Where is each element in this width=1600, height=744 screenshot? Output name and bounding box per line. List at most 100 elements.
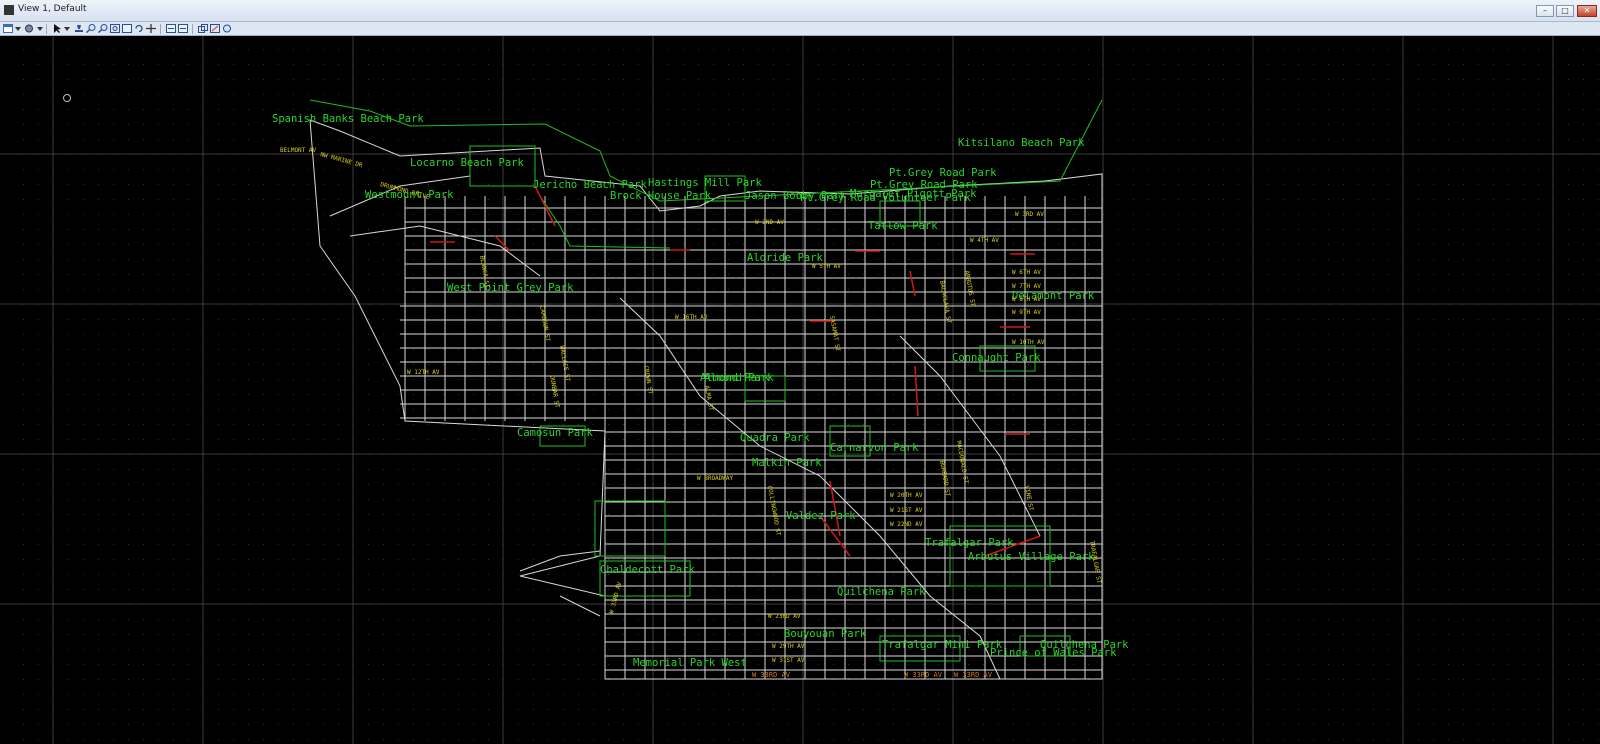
grid-dot	[248, 229, 249, 230]
grid-dot	[1058, 154, 1059, 155]
display-style-icon[interactable]	[24, 24, 34, 33]
grid-dot	[488, 154, 489, 155]
select-icon[interactable]	[52, 24, 62, 33]
grid-dot	[428, 214, 429, 215]
camera-icon[interactable]	[222, 24, 232, 33]
grid-dot	[1208, 514, 1209, 515]
grid-dot	[593, 169, 594, 170]
fit-view-icon[interactable]	[122, 24, 132, 33]
grid-dot	[383, 334, 384, 335]
grid-dot	[803, 109, 804, 110]
dropdown-arrow-icon[interactable]	[62, 24, 70, 33]
grid-dot	[53, 214, 54, 215]
grid-dot	[1373, 694, 1374, 695]
grid-dot	[38, 694, 39, 695]
grid-dot	[1553, 214, 1554, 215]
grid-dot	[1208, 544, 1209, 545]
view-previous-icon[interactable]	[166, 24, 176, 33]
drawing-canvas[interactable]: Spanish Banks Beach Park Locarno Beach Pa…	[0, 36, 1600, 744]
grid-dot	[1088, 139, 1089, 140]
close-button[interactable]: ✕	[1577, 5, 1597, 17]
grid-dot	[683, 484, 684, 485]
grid-dot	[743, 274, 744, 275]
grid-dot	[98, 499, 99, 500]
grid-dot	[293, 169, 294, 170]
grid-dot	[353, 139, 354, 140]
grid-dot	[368, 49, 369, 50]
grid-dot	[1268, 184, 1269, 185]
grid-dot	[53, 664, 54, 665]
grid-dot	[863, 304, 864, 305]
grid-dot	[278, 349, 279, 350]
grid-dot	[458, 544, 459, 545]
grid-dot	[473, 649, 474, 650]
grid-dot	[953, 619, 954, 620]
grid-dot	[1418, 184, 1419, 185]
minimize-button[interactable]: –	[1536, 5, 1554, 17]
grid-dot	[233, 724, 234, 725]
grid-dot	[113, 94, 114, 95]
rotate-view-icon[interactable]	[134, 24, 144, 33]
pan-view-icon[interactable]	[146, 24, 156, 33]
grid-dot	[353, 529, 354, 530]
grid-dot	[893, 739, 894, 740]
grid-dot	[578, 694, 579, 695]
grid-dot	[398, 439, 399, 440]
clip-mask-icon[interactable]	[210, 24, 220, 33]
grid-dot	[713, 214, 714, 215]
grid-dot	[308, 319, 309, 320]
grid-dot	[728, 154, 729, 155]
grid-dot	[1568, 379, 1569, 380]
grid-dot	[1013, 124, 1014, 125]
window-area-icon[interactable]	[110, 24, 120, 33]
grid-dot	[1283, 574, 1284, 575]
maximize-button[interactable]: □	[1556, 5, 1574, 17]
grid-dot	[1388, 139, 1389, 140]
grid-dot	[398, 259, 399, 260]
view-attributes-icon[interactable]	[3, 24, 13, 33]
zoom-out-icon[interactable]	[98, 24, 108, 33]
grid-dot	[1478, 424, 1479, 425]
grid-dot	[308, 349, 309, 350]
grid-dot	[728, 619, 729, 620]
grid-dot	[518, 244, 519, 245]
dropdown-arrow-icon[interactable]	[13, 24, 21, 33]
grid-dot	[788, 169, 789, 170]
zoom-in-icon[interactable]	[86, 24, 96, 33]
grid-dot	[1013, 379, 1014, 380]
grid-dot	[788, 724, 789, 725]
grid-dot	[1193, 559, 1194, 560]
grid-dot	[998, 709, 999, 710]
grid-dot	[1358, 424, 1359, 425]
grid-dot	[68, 244, 69, 245]
grid-dot	[1538, 229, 1539, 230]
grid-dot	[1223, 694, 1224, 695]
grid-dot	[413, 559, 414, 560]
dropdown-arrow-icon[interactable]	[35, 24, 43, 33]
grid-dot	[1538, 559, 1539, 560]
grid-dot	[1313, 664, 1314, 665]
eyedropper-icon[interactable]	[74, 24, 84, 33]
clip-volume-icon[interactable]	[198, 24, 208, 33]
grid-dot	[23, 154, 24, 155]
grid-dot	[818, 484, 819, 485]
grid-dot	[203, 199, 204, 200]
grid-dot	[233, 319, 234, 320]
grid-dot	[1208, 349, 1209, 350]
grid-dot	[353, 424, 354, 425]
grid-dot	[593, 214, 594, 215]
grid-dot	[1268, 124, 1269, 125]
grid-dot	[1148, 184, 1149, 185]
grid-dot	[1088, 709, 1089, 710]
grid-dot	[1568, 274, 1569, 275]
grid-dot	[38, 739, 39, 740]
grid-dot	[143, 424, 144, 425]
grid-dot	[1448, 364, 1449, 365]
street-map[interactable]: Spanish Banks Beach ParkLocarno Beach Pa…	[0, 36, 1600, 744]
grid-dot	[23, 574, 24, 575]
grid-dot	[1538, 124, 1539, 125]
view-next-icon[interactable]	[178, 24, 188, 33]
grid-dot	[998, 589, 999, 590]
grid-dot	[893, 619, 894, 620]
grid-dot	[1268, 214, 1269, 215]
